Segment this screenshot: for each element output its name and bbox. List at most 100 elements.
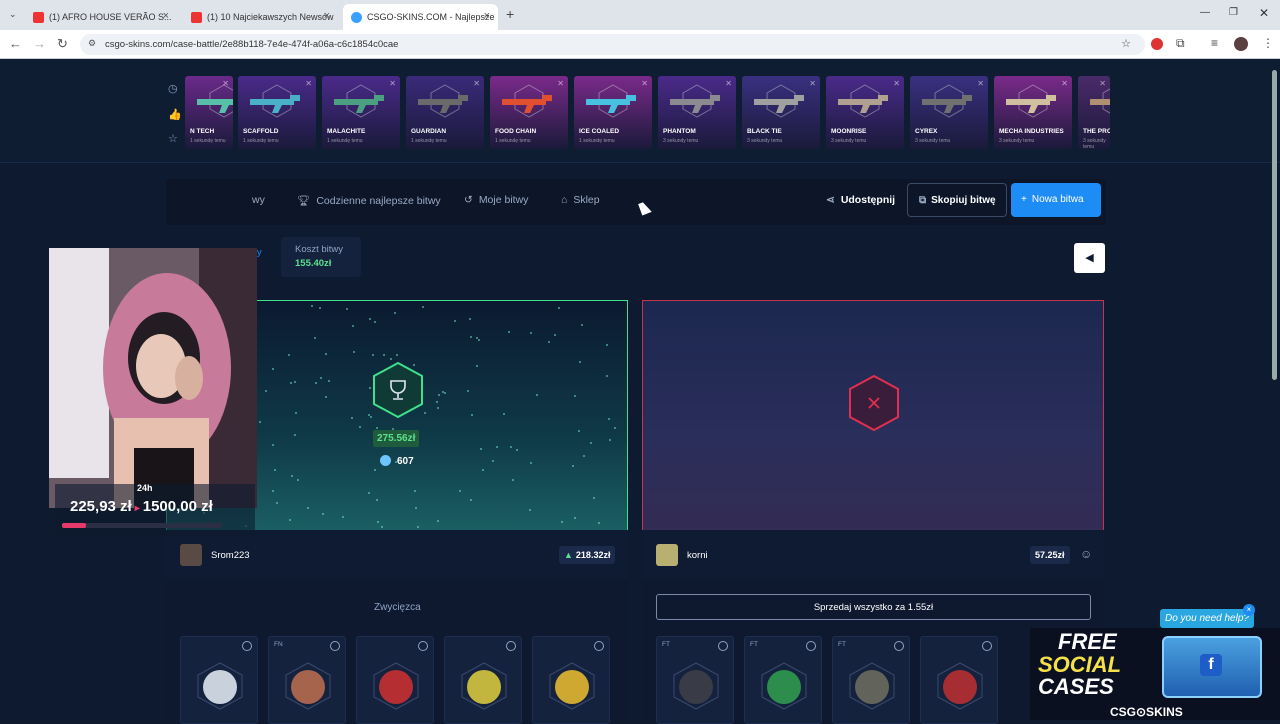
promo-line1: FREE (1058, 629, 1117, 654)
star-particle (437, 520, 439, 522)
select-checkbox[interactable] (594, 641, 604, 651)
avatar[interactable] (656, 544, 678, 566)
url-input[interactable]: ⚙ csgo-skins.com/case-battle/2e88b118-7e… (80, 34, 1145, 55)
extension-red-icon[interactable] (1151, 38, 1163, 50)
drop-item[interactable]: THE PROFES 3 sekundy temu ✕ (1078, 76, 1110, 149)
close-icon[interactable]: ✕ (1099, 79, 1106, 88)
drop-item[interactable]: CYREX 3 sekundy temu ✕ (910, 76, 988, 149)
select-checkbox[interactable] (242, 641, 252, 651)
share-button[interactable]: ⋖ Udostępnij (826, 194, 895, 206)
drop-item[interactable]: ICE COALED 1 sekundę temu ✕ (574, 76, 652, 149)
player-name[interactable]: korni (687, 550, 708, 561)
select-checkbox[interactable] (418, 641, 428, 651)
drop-item[interactable]: FOOD CHAIN 1 sekundę temu ✕ (490, 76, 568, 149)
profile-avatar[interactable] (1234, 37, 1248, 51)
item-card[interactable]: FT (832, 636, 910, 724)
help-chat-bubble[interactable]: Do you need help? (1160, 609, 1254, 628)
item-card[interactable] (356, 636, 434, 724)
drop-time: 3 sekundy temu (831, 138, 867, 144)
thumbs-up-icon[interactable]: 👍 (168, 108, 182, 121)
reload-icon[interactable]: ↻ (57, 36, 68, 52)
item-card[interactable] (532, 636, 610, 724)
close-icon[interactable]: ✕ (809, 79, 816, 88)
star-particle (415, 507, 417, 509)
site-info-icon[interactable]: ⚙ (88, 38, 96, 49)
sound-toggle-button[interactable]: ◀ (1074, 243, 1105, 273)
star-particle (359, 426, 361, 428)
extensions-puzzle-icon[interactable]: ⧉ (1176, 36, 1185, 51)
battle-nav-bar: wy 🏆︎ Codzienne najlepsze bitwy ↺ Moje bit… (166, 179, 1106, 225)
nav-shop[interactable]: ⌂ Sklep (561, 194, 600, 206)
close-icon[interactable]: ✕ (557, 79, 564, 88)
close-help-icon[interactable]: × (1243, 604, 1255, 616)
minimize-icon[interactable]: — (1200, 7, 1210, 18)
nav-my-battles[interactable]: ↺ Moje bitwy (464, 194, 528, 206)
weapon-icon (586, 95, 636, 113)
star-particle (422, 306, 424, 308)
close-window-icon[interactable]: ✕ (1259, 6, 1269, 20)
goal-target: 1500,00 zł (142, 498, 213, 515)
star-particle (328, 380, 330, 382)
emote-icon[interactable]: ☺ (1080, 547, 1092, 561)
player-name[interactable]: Srom223 (211, 550, 250, 561)
select-checkbox[interactable] (894, 641, 904, 651)
nav-daily-best[interactable]: 🏆︎ Codzienne najlepsze bitwy (297, 194, 441, 207)
item-card[interactable] (444, 636, 522, 724)
avatar[interactable] (180, 544, 202, 566)
close-icon[interactable]: ✕ (473, 79, 480, 88)
drop-item[interactable]: N TECH 1 sekundę temu ✕ (185, 76, 233, 149)
bookmark-star-icon[interactable]: ☆ (1121, 37, 1131, 50)
menu-kebab-icon[interactable]: ⋮ (1262, 36, 1274, 50)
page-scrollbar[interactable] (1272, 70, 1277, 380)
close-icon[interactable]: ✕ (641, 79, 648, 88)
back-icon[interactable]: ← (9, 36, 22, 51)
close-icon[interactable]: × (484, 10, 490, 22)
drop-item[interactable]: SCAFFOLD 1 sekundę temu ✕ (238, 76, 316, 149)
close-icon[interactable]: × (163, 10, 169, 22)
star-particle (272, 368, 274, 370)
select-checkbox[interactable] (982, 641, 992, 651)
close-icon[interactable]: × (324, 10, 330, 22)
basket-icon: ⌂ (561, 194, 568, 206)
drop-item[interactable]: MOONRISE 3 sekundy temu ✕ (826, 76, 904, 149)
close-icon[interactable]: ✕ (1061, 79, 1068, 88)
close-icon[interactable]: ✕ (305, 79, 312, 88)
restore-icon[interactable]: ❐ (1229, 7, 1238, 18)
media-icon[interactable]: ≡ (1211, 36, 1218, 50)
close-icon[interactable]: ✕ (389, 79, 396, 88)
close-icon[interactable]: ✕ (725, 79, 732, 88)
star-particle (319, 307, 321, 309)
new-tab-button[interactable]: + (506, 6, 514, 22)
browser-tab-1[interactable]: (1) AFRO HOUSE VERÃO S... × (25, 4, 177, 30)
new-battle-button[interactable]: + Nowa bitwa (1011, 183, 1101, 217)
free-social-cases-promo[interactable]: FREE SOCIAL CASES f CSG⊙SKINS (1030, 628, 1280, 720)
close-icon[interactable]: ✕ (977, 79, 984, 88)
drop-item[interactable]: BLACK TIE 3 sekundy temu ✕ (742, 76, 820, 149)
select-checkbox[interactable] (806, 641, 816, 651)
history-icon[interactable]: ◷ (168, 82, 180, 95)
drop-item[interactable]: MALACHITE 1 sekundę temu ✕ (322, 76, 400, 149)
close-icon[interactable]: ✕ (222, 79, 229, 88)
drop-item[interactable]: GUARDIAN 1 sekundę temu ✕ (406, 76, 484, 149)
close-icon[interactable]: ✕ (893, 79, 900, 88)
select-checkbox[interactable] (330, 641, 340, 651)
select-checkbox[interactable] (506, 641, 516, 651)
tab-search-icon[interactable]: ⌄ (9, 9, 17, 20)
cost-label: Koszt bitwy (295, 244, 344, 255)
select-checkbox[interactable] (718, 641, 728, 651)
item-card[interactable] (920, 636, 998, 724)
browser-tab-3[interactable]: CSGO-SKINS.COM - Najlepsze × (343, 4, 498, 30)
copy-battle-button[interactable]: ⧉ Skopiuj bitwę (907, 183, 1007, 217)
sell-all-button[interactable]: Sprzedaj wszystko za 1.55zł (656, 594, 1091, 620)
nav-battles-cut[interactable]: wy (252, 194, 265, 206)
drop-item[interactable]: MECHA INDUSTRIES 3 sekundy temu ✕ (994, 76, 1072, 149)
item-card[interactable]: FT (656, 636, 734, 724)
star-particle (396, 354, 398, 356)
drop-item[interactable]: PHANTOM 3 sekundy temu ✕ (658, 76, 736, 149)
item-card[interactable]: FT (744, 636, 822, 724)
forward-icon[interactable]: → (33, 36, 46, 51)
star-icon[interactable]: ☆ (168, 132, 180, 145)
browser-tab-2[interactable]: (1) 10 Najciekawszych Newsów × (183, 4, 338, 30)
item-card[interactable]: FN (268, 636, 346, 724)
item-card[interactable] (180, 636, 258, 724)
